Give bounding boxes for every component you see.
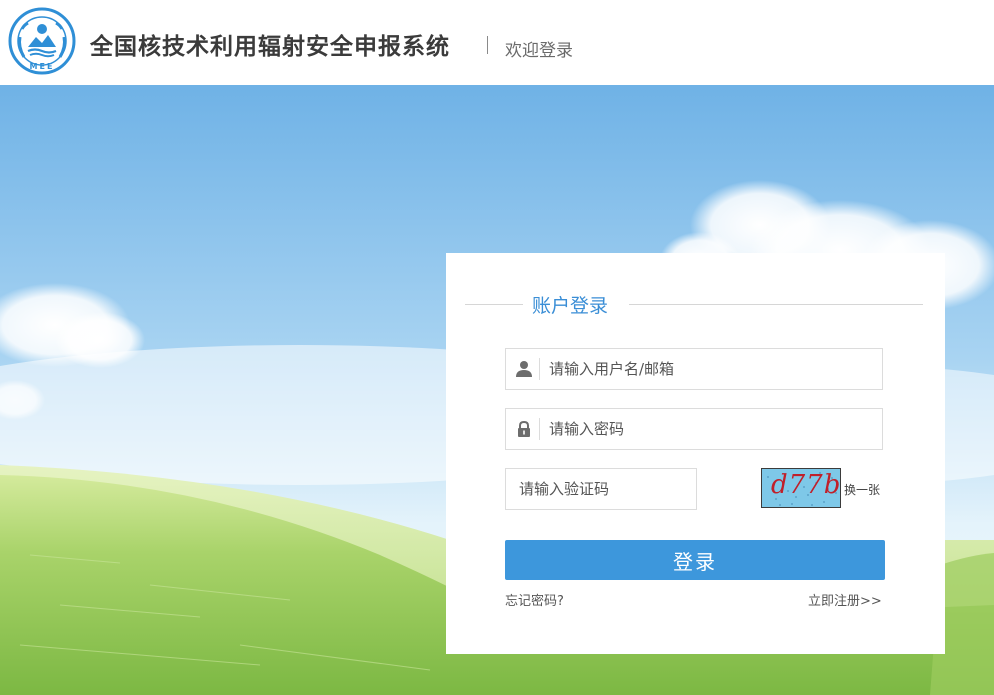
captcha-image[interactable]: d77b bbox=[761, 468, 841, 508]
welcome-subtitle: 欢迎登录 bbox=[505, 41, 573, 61]
username-field[interactable] bbox=[505, 348, 883, 390]
login-button[interactable]: 登录 bbox=[505, 540, 885, 580]
username-input[interactable] bbox=[547, 349, 877, 389]
password-field[interactable] bbox=[505, 408, 883, 450]
password-divider bbox=[539, 418, 540, 440]
captcha-code: d77b bbox=[771, 470, 841, 500]
system-title: 全国核技术利用辐射安全申报系统 bbox=[90, 34, 450, 60]
heading-rule-left bbox=[465, 304, 523, 305]
header-bar: MEE 全国核技术利用辐射安全申报系统 欢迎登录 bbox=[0, 0, 994, 85]
user-icon bbox=[516, 361, 532, 377]
register-link[interactable]: 立即注册>> bbox=[808, 590, 882, 609]
forgot-password-link[interactable]: 忘记密码? bbox=[505, 590, 564, 609]
password-input[interactable] bbox=[547, 409, 877, 449]
captcha-input[interactable] bbox=[517, 469, 687, 509]
lock-icon bbox=[518, 420, 530, 437]
title-divider bbox=[487, 36, 488, 54]
login-card: 账户登录 请输入用户名/邮箱 请输入验证码 d77b 换一张 登录 忘记密码? … bbox=[446, 253, 945, 654]
refresh-captcha-link[interactable]: 换一张 bbox=[844, 481, 880, 498]
heading-rule-right bbox=[629, 304, 923, 305]
username-divider bbox=[539, 358, 540, 380]
login-heading: 账户登录 bbox=[532, 295, 609, 317]
mee-logo: MEE bbox=[8, 7, 76, 75]
logo-text: MEE bbox=[30, 62, 55, 71]
captcha-field[interactable] bbox=[505, 468, 697, 510]
